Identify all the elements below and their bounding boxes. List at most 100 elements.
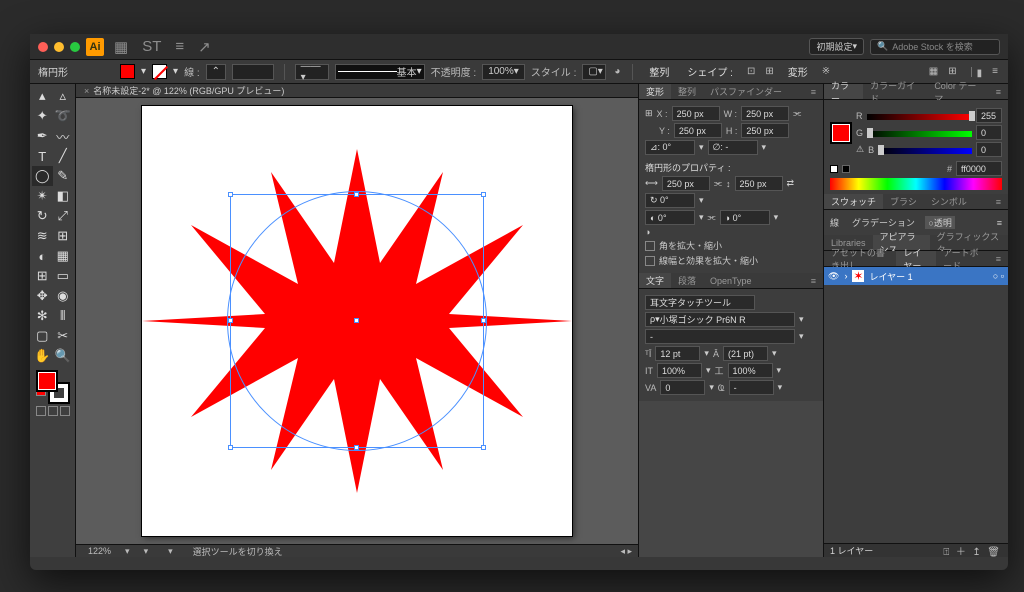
slice-tool[interactable]: ✂ <box>53 326 74 346</box>
workspace-dropdown[interactable]: 初期設定 ▾ <box>809 38 864 55</box>
align-button[interactable]: 整列 <box>643 64 675 79</box>
stroke-swatch[interactable] <box>152 64 167 79</box>
curvature-tool[interactable]: 〰 <box>53 126 74 146</box>
scale-tool[interactable]: ⤢ <box>53 206 74 226</box>
font-size[interactable]: 12 pt <box>655 346 700 361</box>
chk-scale-strokes[interactable] <box>645 256 655 266</box>
aki[interactable]: - <box>729 380 774 395</box>
layers-tabs[interactable]: アセットの書き出しレイヤーアートボード≡ <box>824 251 1008 267</box>
line-tool[interactable]: ╱ <box>53 146 74 166</box>
stroke-weight-dropdown[interactable]: ⌃ <box>206 64 226 80</box>
gradient-tool[interactable]: ▭ <box>53 266 74 286</box>
h-input[interactable]: 250 px <box>741 123 789 138</box>
tail-icon-0[interactable]: ▦ <box>927 66 940 77</box>
direct-selection-tool[interactable]: ▵ <box>53 86 74 106</box>
x-input[interactable]: 250 px <box>672 106 720 121</box>
ellipse-rot[interactable]: ↻ 0° <box>645 193 695 208</box>
artboard-tool[interactable]: ▢ <box>32 326 53 346</box>
g-value[interactable]: 0 <box>976 125 1002 140</box>
stroke-style[interactable]: 基本▾ <box>335 64 425 80</box>
width-tool[interactable]: ≋ <box>32 226 53 246</box>
selection-tool[interactable]: ▴ <box>32 86 53 106</box>
layer-name[interactable]: レイヤー 1 <box>869 270 912 283</box>
leading[interactable]: (21 pt) <box>723 346 768 361</box>
transform-button[interactable]: 変形 <box>782 64 814 79</box>
eraser-tool[interactable]: ◧ <box>53 186 74 206</box>
hscale[interactable]: 100% <box>657 363 702 378</box>
shape-builder-tool[interactable]: ◐ <box>32 246 53 266</box>
layer-locate-icon[interactable]: ⍐ <box>941 547 951 558</box>
paintbrush-tool[interactable]: ✎ <box>53 166 74 186</box>
g-slider[interactable] <box>867 129 972 137</box>
tail-icon-3[interactable]: ≡ <box>990 66 1000 77</box>
vscale[interactable]: 100% <box>728 363 773 378</box>
pie-start[interactable]: ◐ 0° <box>645 210 695 225</box>
b-slider[interactable] <box>878 146 972 154</box>
ellipse-tool[interactable]: ◯ <box>32 166 53 186</box>
type-tool[interactable]: T <box>32 146 53 166</box>
chk-scale-corners[interactable] <box>645 241 655 251</box>
ellipse-w[interactable]: 250 px <box>662 176 710 191</box>
layer-trash-icon[interactable]: 🗑 <box>985 547 1002 558</box>
titlebar-icon-2[interactable]: ≡ <box>171 38 188 55</box>
fill-stroke-swatches[interactable] <box>32 366 73 406</box>
mesh-tool[interactable]: ⊞ <box>32 266 53 286</box>
ellipse-h[interactable]: 250 px <box>735 176 783 191</box>
maximize-dot[interactable] <box>70 42 80 52</box>
swatch-tabs[interactable]: スウォッチブラシシンボル≡ <box>824 194 1008 210</box>
hue-bar[interactable] <box>830 178 1002 190</box>
drawing-modes[interactable] <box>32 406 73 422</box>
tail-icon-1[interactable]: ⊞ <box>946 66 958 77</box>
search-input[interactable]: 🔍 Adobe Stock を検索 <box>870 39 1000 55</box>
hex-input[interactable]: ff0000 <box>956 161 1002 176</box>
shape-icon-2[interactable]: ⊞ <box>763 66 775 77</box>
layer-new-sublayer-icon[interactable]: ＋ <box>954 547 968 558</box>
eyedropper-tool[interactable]: ✥ <box>32 286 53 306</box>
b-value[interactable]: 0 <box>976 142 1002 157</box>
type-tabs[interactable]: 文字段落OpenType≡ <box>639 273 823 289</box>
zoom-level[interactable]: 122% <box>82 546 117 556</box>
r-value[interactable]: 255 <box>976 108 1002 123</box>
perspective-tool[interactable]: ▦ <box>53 246 74 266</box>
eye-icon[interactable]: 👁 <box>828 271 839 282</box>
recolor-icon[interactable]: ◕ <box>612 66 622 77</box>
r-slider[interactable] <box>867 112 973 120</box>
transform-tabs[interactable]: 変形整列パスファインダー≡ <box>639 84 823 100</box>
pen-tool[interactable]: ✒ <box>32 126 53 146</box>
free-transform-tool[interactable]: ⊞ <box>53 226 74 246</box>
hand-tool[interactable]: ✋ <box>32 346 53 366</box>
selection-bounding-box[interactable] <box>230 194 484 448</box>
canvas[interactable] <box>76 98 638 544</box>
w-input[interactable]: 250 px <box>741 106 789 121</box>
symbol-sprayer-tool[interactable]: ✻ <box>32 306 53 326</box>
titlebar-icon-1[interactable]: ST <box>138 38 165 55</box>
fill-swatch[interactable] <box>120 64 135 79</box>
layer-row[interactable]: 👁› ✶ レイヤー 1 ○ ▫ <box>824 267 1008 285</box>
titlebar-icon-3[interactable]: ↗ <box>194 38 215 56</box>
layer-new-icon[interactable]: ↥ <box>970 547 982 558</box>
lasso-tool[interactable]: ➰ <box>53 106 74 126</box>
font-style[interactable]: - <box>645 329 795 344</box>
blend-tool[interactable]: ◉ <box>53 286 74 306</box>
shape-icon-1[interactable]: ⊡ <box>745 66 757 77</box>
shaper-tool[interactable]: ✴ <box>32 186 53 206</box>
graph-tool[interactable]: ⫴ <box>53 306 74 326</box>
y-input[interactable]: 250 px <box>674 123 722 138</box>
color-fill-swatch[interactable] <box>830 122 852 144</box>
stroke-width-profile[interactable]: —— ▾ <box>295 64 329 80</box>
titlebar-icon-0[interactable]: ▦ <box>110 38 132 56</box>
pie-end[interactable]: ◑ 0° <box>720 210 770 225</box>
opacity-dropdown[interactable]: 100% ▾ <box>482 64 525 80</box>
color-tabs[interactable]: カラーカラーガイドColor テーマ≡ <box>824 84 1008 100</box>
kerning[interactable]: 0 <box>660 380 705 395</box>
touch-type-button[interactable]: 耳 文字タッチツール <box>645 295 755 310</box>
graphic-style-dropdown[interactable]: ▢▾ <box>582 64 606 80</box>
angle-input[interactable]: ⊿: 0° <box>645 140 695 155</box>
transform-icon[interactable]: ※ <box>820 66 832 77</box>
shape-button[interactable]: シェイプ : <box>681 64 739 79</box>
shear-input[interactable]: ∅: - <box>708 140 758 155</box>
document-tab[interactable]: × 名称未設定-2* @ 122% (RGB/GPU プレビュー) <box>76 84 638 98</box>
stroke-weight-pts[interactable] <box>232 64 274 80</box>
minimize-dot[interactable] <box>54 42 64 52</box>
tail-icon-2[interactable]: ｜▮ <box>965 64 985 79</box>
